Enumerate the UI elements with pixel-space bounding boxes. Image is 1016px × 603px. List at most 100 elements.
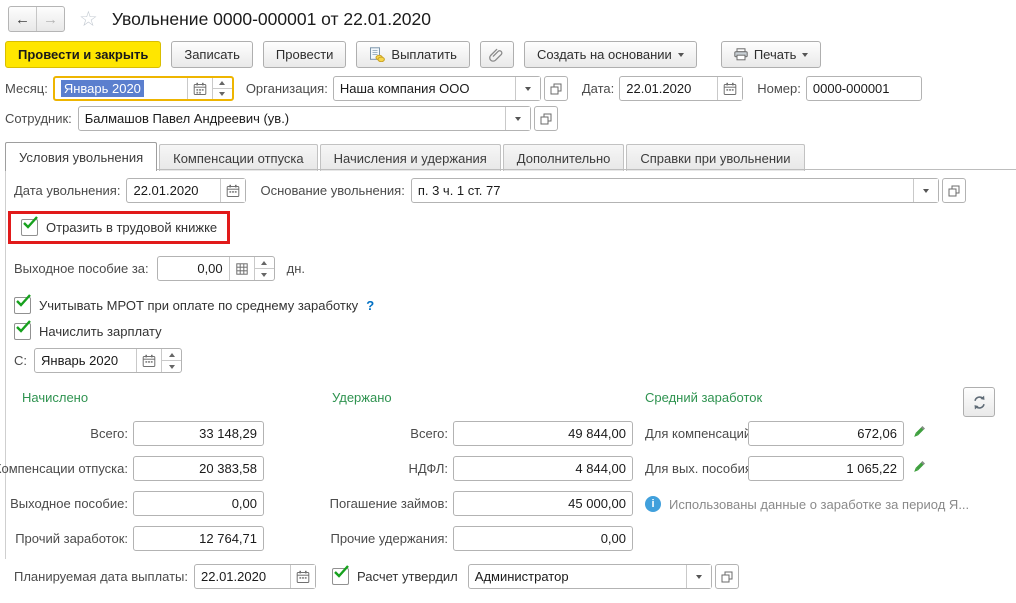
help-question-icon[interactable]: ? <box>366 298 374 313</box>
dropdown-caret-icon[interactable] <box>515 77 540 100</box>
spin-down-icon[interactable] <box>255 268 274 280</box>
accrued-total-field[interactable]: 33 148,29 <box>133 421 264 446</box>
calendar-icon[interactable] <box>187 78 212 99</box>
checkbox-checked-icon[interactable] <box>14 297 31 314</box>
number-value[interactable]: 0000-000001 <box>807 77 921 100</box>
calendar-icon[interactable] <box>290 565 315 588</box>
planned-payment-date-field[interactable]: 22.01.2020 <box>194 564 316 589</box>
ndfl-field[interactable]: 4 844,00 <box>453 456 633 481</box>
withheld-total-value[interactable]: 49 844,00 <box>454 422 632 445</box>
open-dismissal-reason-icon[interactable] <box>942 178 966 203</box>
loan-repayment-field[interactable]: 45 000,00 <box>453 491 633 516</box>
number-field[interactable]: 0000-000001 <box>806 76 922 101</box>
dismissal-reason-value[interactable]: п. 3 ч. 1 ст. 77 <box>412 179 913 202</box>
favorite-star-icon[interactable]: ☆ <box>79 9 98 30</box>
calendar-icon[interactable] <box>136 349 161 372</box>
post-button[interactable]: Провести <box>263 41 347 68</box>
open-employee-icon[interactable] <box>534 106 558 131</box>
other-deductions-label: Прочие удержания: <box>325 531 448 546</box>
severance-benefit-field[interactable]: 0,00 <box>133 491 264 516</box>
planned-payment-date-value[interactable]: 22.01.2020 <box>195 565 290 588</box>
other-earnings-value[interactable]: 12 764,71 <box>134 527 263 550</box>
spin-up-icon[interactable] <box>255 257 274 268</box>
other-deductions-value[interactable]: 0,00 <box>454 527 632 550</box>
calculator-icon[interactable] <box>229 257 254 280</box>
tab-accruals-deductions[interactable]: Начисления и удержания <box>320 144 501 171</box>
open-approver-icon[interactable] <box>715 564 739 589</box>
edit-pencil-icon[interactable] <box>910 459 927 476</box>
organization-value[interactable]: Наша компания ООО <box>334 77 515 100</box>
checkbox-checked-icon[interactable] <box>21 219 38 236</box>
checkbox-checked-icon[interactable] <box>332 568 349 585</box>
dropdown-caret-icon[interactable] <box>505 107 530 130</box>
avg-for-severance-value[interactable]: 1 065,22 <box>749 457 903 480</box>
from-month-value[interactable]: Январь 2020 <box>35 349 136 372</box>
vacation-compensation-field[interactable]: 20 383,58 <box>133 456 264 481</box>
avg-for-compensation-value[interactable]: 672,06 <box>749 422 903 445</box>
ndfl-value[interactable]: 4 844,00 <box>454 457 632 480</box>
avg-for-severance-field[interactable]: 1 065,22 <box>748 456 904 481</box>
print-button[interactable]: Печать <box>721 41 822 68</box>
other-deductions-field[interactable]: 0,00 <box>453 526 633 551</box>
tab-additional[interactable]: Дополнительно <box>503 144 625 171</box>
from-label: С: <box>14 353 27 368</box>
withheld-total-field[interactable]: 49 844,00 <box>453 421 633 446</box>
loan-repayment-value[interactable]: 45 000,00 <box>454 492 632 515</box>
avg-for-compensation-field[interactable]: 672,06 <box>748 421 904 446</box>
create-based-on-button[interactable]: Создать на основании <box>524 41 697 68</box>
from-month-stepper <box>161 349 181 372</box>
spin-down-icon[interactable] <box>162 360 181 372</box>
create-based-on-label: Создать на основании <box>537 47 672 62</box>
calendar-icon[interactable] <box>717 77 742 100</box>
approver-field[interactable]: Администратор <box>468 564 712 589</box>
tab-vacation-compensation[interactable]: Компенсации отпуска <box>159 144 318 171</box>
approver-value[interactable]: Администратор <box>469 565 686 588</box>
spin-up-icon[interactable] <box>162 349 181 360</box>
mrot-checkbox-row[interactable]: Учитывать МРОТ при оплате по среднему за… <box>14 297 374 314</box>
dismissal-date-field[interactable]: 22.01.2020 <box>126 178 246 203</box>
severance-pay-value[interactable]: 0,00 <box>158 257 229 280</box>
employee-field[interactable]: Балмашов Павел Андреевич (ув.) <box>78 106 531 131</box>
forward-arrow-icon[interactable]: → <box>36 7 64 31</box>
checkbox-checked-icon[interactable] <box>14 323 31 340</box>
severance-benefit-value[interactable]: 0,00 <box>134 492 263 515</box>
tab-dismissal-certificates[interactable]: Справки при увольнении <box>626 144 804 171</box>
employee-value[interactable]: Балмашов Павел Андреевич (ув.) <box>79 107 505 130</box>
date-value[interactable]: 22.01.2020 <box>620 77 717 100</box>
accrue-salary-checkbox-row[interactable]: Начислить зарплату <box>14 323 162 340</box>
organization-label: Организация: <box>246 81 328 96</box>
dropdown-caret-icon[interactable] <box>686 565 711 588</box>
month-field[interactable]: Январь 2020 <box>53 76 234 101</box>
pay-button[interactable]: Выплатить <box>356 41 470 68</box>
from-month-field[interactable]: Январь 2020 <box>34 348 182 373</box>
refresh-button[interactable] <box>963 387 995 417</box>
other-earnings-field[interactable]: 12 764,71 <box>133 526 264 551</box>
back-arrow-icon[interactable]: ← <box>9 7 36 31</box>
avg-for-compensation-label: Для компенсаций: <box>645 426 755 441</box>
spin-up-icon[interactable] <box>213 78 232 88</box>
spin-down-icon[interactable] <box>213 88 232 99</box>
approved-checkbox-row[interactable]: Расчет утвердил <box>332 568 458 585</box>
edit-pencil-icon[interactable] <box>910 424 927 441</box>
calendar-icon[interactable] <box>220 179 245 202</box>
reflect-labor-book-checkbox-row[interactable]: Отразить в трудовой книжке <box>21 219 217 236</box>
dropdown-caret-icon[interactable] <box>913 179 938 202</box>
employee-label: Сотрудник: <box>5 111 72 126</box>
tab-dismissal-conditions[interactable]: Условия увольнения <box>5 142 157 171</box>
vacation-compensation-value[interactable]: 20 383,58 <box>134 457 263 480</box>
accrued-total-value[interactable]: 33 148,29 <box>134 422 263 445</box>
save-button[interactable]: Записать <box>171 41 253 68</box>
post-and-close-button[interactable]: Провести и закрыть <box>5 41 161 68</box>
date-field[interactable]: 22.01.2020 <box>619 76 743 101</box>
month-value[interactable]: Январь 2020 <box>61 80 144 97</box>
chevron-down-icon <box>678 53 684 57</box>
organization-field[interactable]: Наша компания ООО <box>333 76 541 101</box>
attachments-button[interactable] <box>480 41 514 68</box>
date-label: Дата: <box>582 81 614 96</box>
other-earnings-label: Прочий заработок: <box>10 531 128 546</box>
dismissal-date-value[interactable]: 22.01.2020 <box>127 179 220 202</box>
info-icon: i <box>645 496 661 512</box>
dismissal-reason-field[interactable]: п. 3 ч. 1 ст. 77 <box>411 178 939 203</box>
open-organization-icon[interactable] <box>544 76 568 101</box>
severance-pay-field[interactable]: 0,00 <box>157 256 275 281</box>
